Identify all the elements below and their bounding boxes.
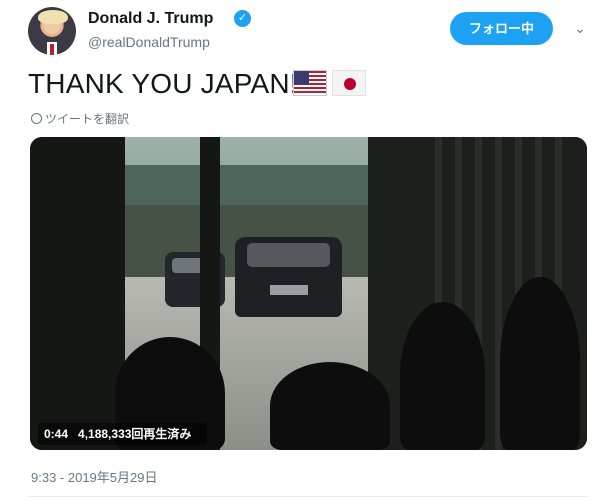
author-name[interactable]: Donald J. Trump [88,10,213,28]
avatar-tie [50,44,54,55]
following-button[interactable]: フォロー中 [450,12,553,45]
flag-jp-icon [332,70,366,96]
video-car-main [235,237,342,317]
video-roof [125,165,368,205]
video-silhouette [400,302,485,450]
video-silhouette [500,277,580,450]
tweet-text: THANK YOU JAPAN! [28,68,298,99]
translate-tweet-link[interactable]: ツイートを翻訳 [31,110,129,127]
video-views: 4,188,333回再生済み [78,427,192,441]
video-duration: 0:44 [44,427,69,441]
divider [28,496,588,497]
video-pillar-left [30,137,125,450]
translate-label: ツイートを翻訳 [45,112,130,126]
video-info-overlay: 0:44 4,188,333回再生済み [38,423,208,445]
video-player[interactable] [30,137,587,450]
globe-icon [31,113,42,124]
flag-us-icon [293,70,327,96]
avatar-hair [38,10,68,24]
video-silhouette [270,362,390,450]
chevron-down-icon[interactable]: ⌄ [570,18,590,38]
verified-badge-icon: ✓ [234,10,251,27]
tweet-timestamp[interactable]: 9:33 - 2019年5月29日 [31,467,157,486]
avatar[interactable] [28,7,76,55]
author-handle[interactable]: @realDonaldTrump [88,34,210,50]
